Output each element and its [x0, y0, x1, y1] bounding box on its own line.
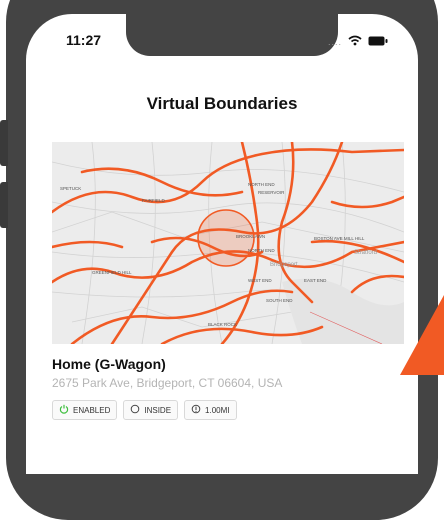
map-label: EAST END	[304, 278, 327, 283]
signal-dots: ....	[327, 37, 342, 47]
map-label: NORTH END	[248, 182, 275, 187]
map-label: SPETUCK	[60, 186, 81, 191]
location-name: Home (G-Wagon)	[52, 356, 166, 372]
location-address: 2675 Park Ave, Bridgeport, CT 06604, USA	[52, 376, 283, 390]
wifi-icon	[348, 33, 362, 51]
status-time: 11:27	[66, 32, 102, 48]
map-label: SOUTH END	[266, 298, 293, 303]
status-chips: ENABLED INSIDE 1.00MI	[52, 400, 237, 420]
map-label: RESERVOIR	[258, 190, 285, 195]
chip-label: ENABLED	[73, 405, 111, 415]
map-label: BLACK ROCK	[208, 322, 237, 327]
decorative-shape	[400, 295, 444, 375]
map-label: WEST END	[248, 278, 272, 283]
circle-icon	[130, 404, 140, 416]
map-label: BOSTON AVE MILL HILL	[314, 236, 365, 241]
map-label: BROOKLAWN	[236, 234, 265, 239]
map-label: GREENFIELD HILL	[92, 270, 132, 275]
map-label: NORTH END	[248, 248, 275, 253]
enabled-chip[interactable]: ENABLED	[52, 400, 118, 420]
map-view[interactable]: SPETUCK NORTH END RESERVOIR BROOKLAWN GR…	[50, 140, 406, 346]
side-button	[0, 182, 8, 228]
status-icons: ....	[328, 33, 388, 51]
page-title: Virtual Boundaries	[146, 94, 298, 113]
phone-screen: 11:27 .... Virtual Boundaries SPETUCK NO…	[26, 14, 418, 474]
map-label: FAIRFIELD	[142, 198, 166, 203]
inside-chip[interactable]: INSIDE	[123, 400, 179, 420]
map-graphic: SPETUCK NORTH END RESERVOIR BROOKLAWN GR…	[50, 140, 406, 346]
map-label: Stratford	[354, 250, 377, 256]
side-button	[0, 120, 8, 166]
radius-icon	[191, 404, 201, 416]
power-icon	[59, 404, 69, 416]
chip-label: 1.00MI	[205, 405, 230, 415]
radius-chip[interactable]: 1.00MI	[184, 400, 237, 420]
battery-icon	[368, 33, 388, 51]
notch	[126, 14, 338, 56]
map-label: Bridgeport	[270, 262, 298, 268]
chip-label: INSIDE	[144, 405, 172, 415]
